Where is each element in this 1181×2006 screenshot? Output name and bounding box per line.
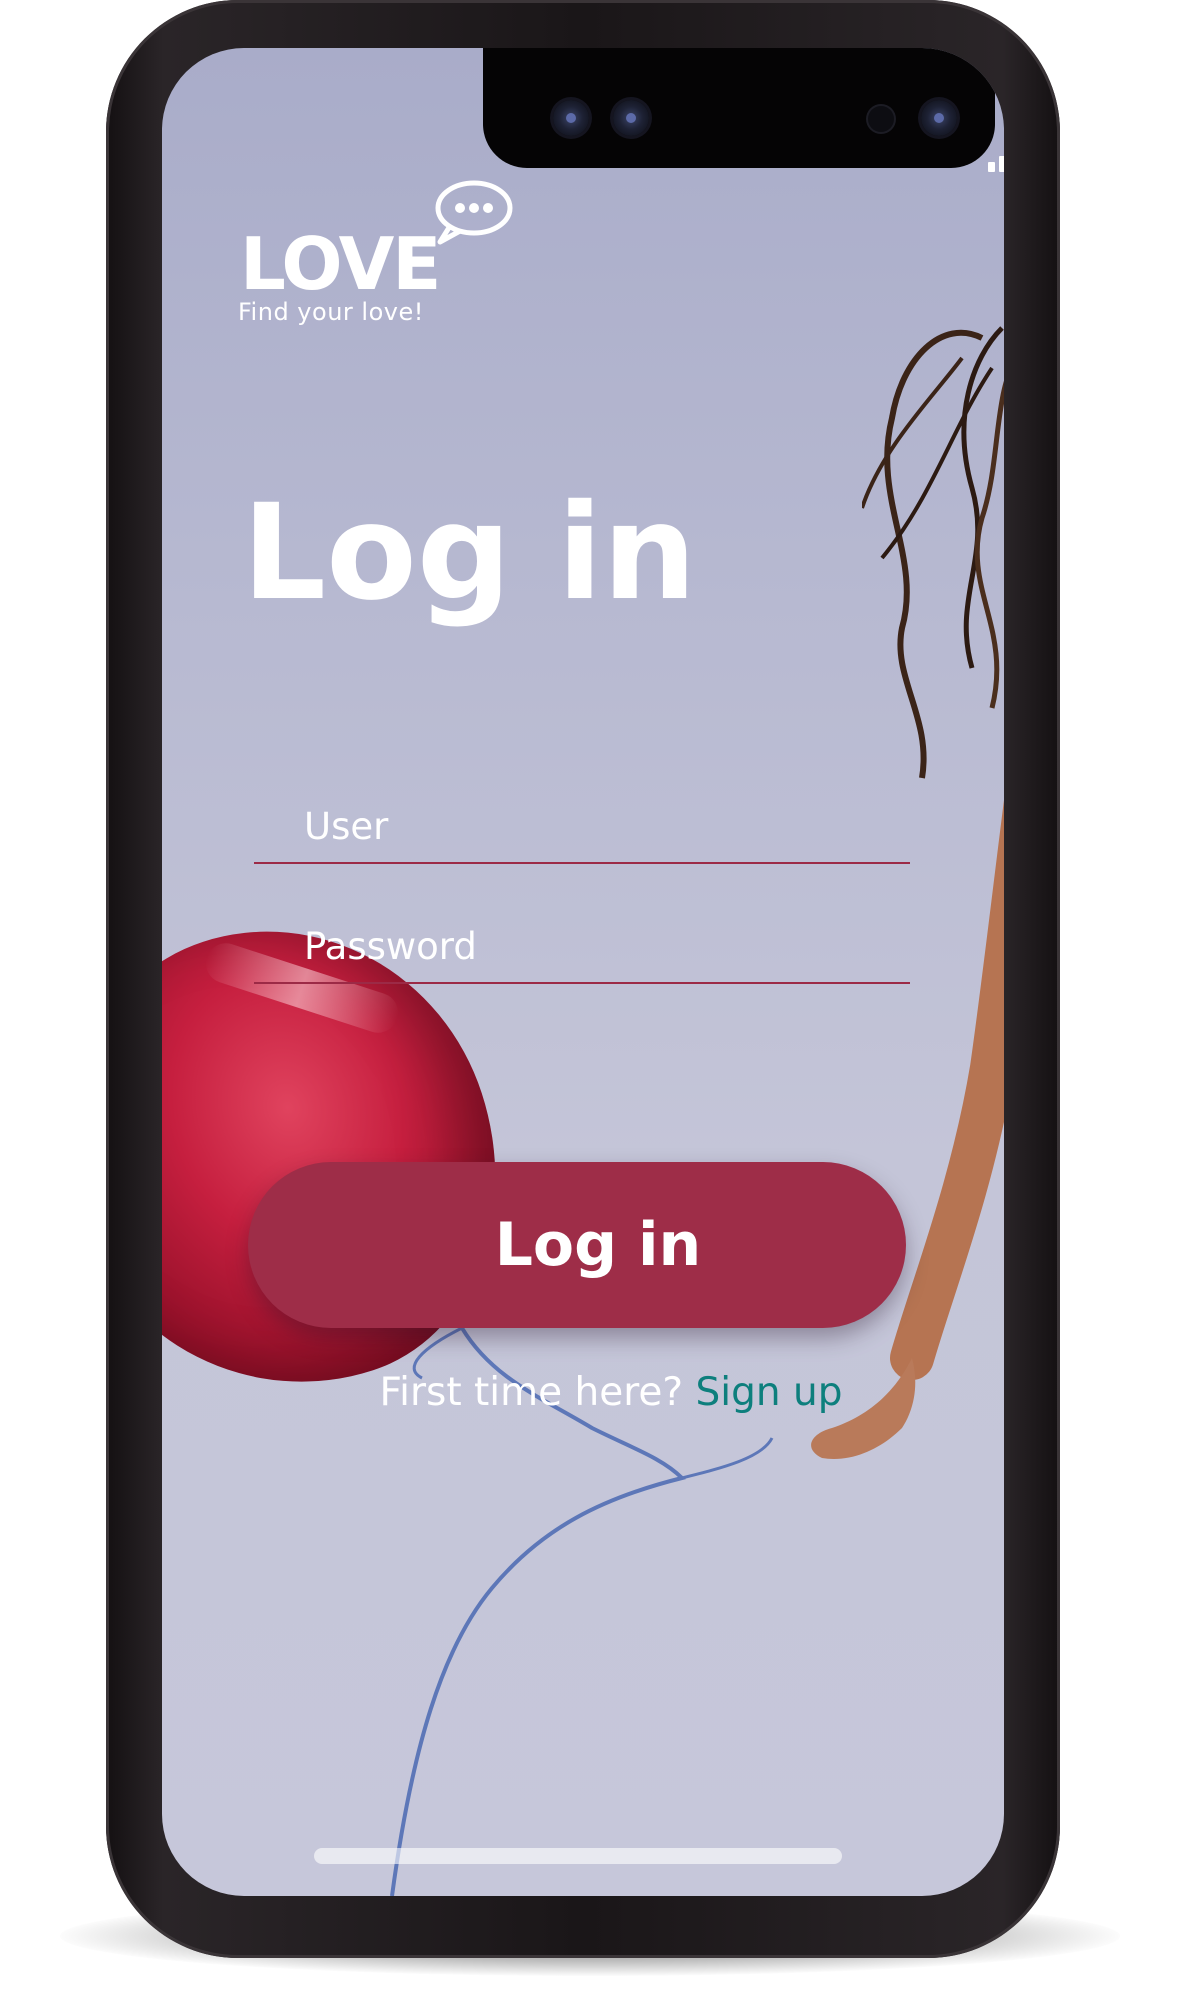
- logo-wordmark: LOVE: [240, 222, 441, 306]
- page-title: Log in: [242, 476, 697, 630]
- signup-row: First time here? Sign up: [162, 1370, 1004, 1415]
- logo-tagline: Find your love!: [238, 298, 424, 326]
- stage: LOVE Find your love! Log in Lo: [0, 0, 1181, 2006]
- home-indicator[interactable]: [314, 1848, 842, 1864]
- login-button[interactable]: Log in: [248, 1162, 906, 1328]
- front-camera-icon: [921, 100, 957, 136]
- user-field: [254, 782, 910, 864]
- status-bar: [988, 140, 1004, 174]
- front-camera-icon: [553, 100, 589, 136]
- front-camera-icon: [613, 100, 649, 136]
- user-input[interactable]: [304, 800, 884, 852]
- chat-bubble-icon: [435, 180, 513, 245]
- signal-icon: [988, 140, 1004, 172]
- notch: [483, 48, 995, 168]
- sensor-icon: [868, 106, 894, 132]
- phone-frame: LOVE Find your love! Log in Lo: [106, 0, 1060, 1958]
- app-logo: LOVE Find your love!: [238, 178, 540, 338]
- password-input[interactable]: [304, 920, 884, 972]
- screen: LOVE Find your love! Log in Lo: [162, 48, 1004, 1896]
- signup-prompt: First time here?: [379, 1370, 684, 1415]
- signup-link[interactable]: Sign up: [696, 1370, 843, 1415]
- password-field: [254, 902, 910, 984]
